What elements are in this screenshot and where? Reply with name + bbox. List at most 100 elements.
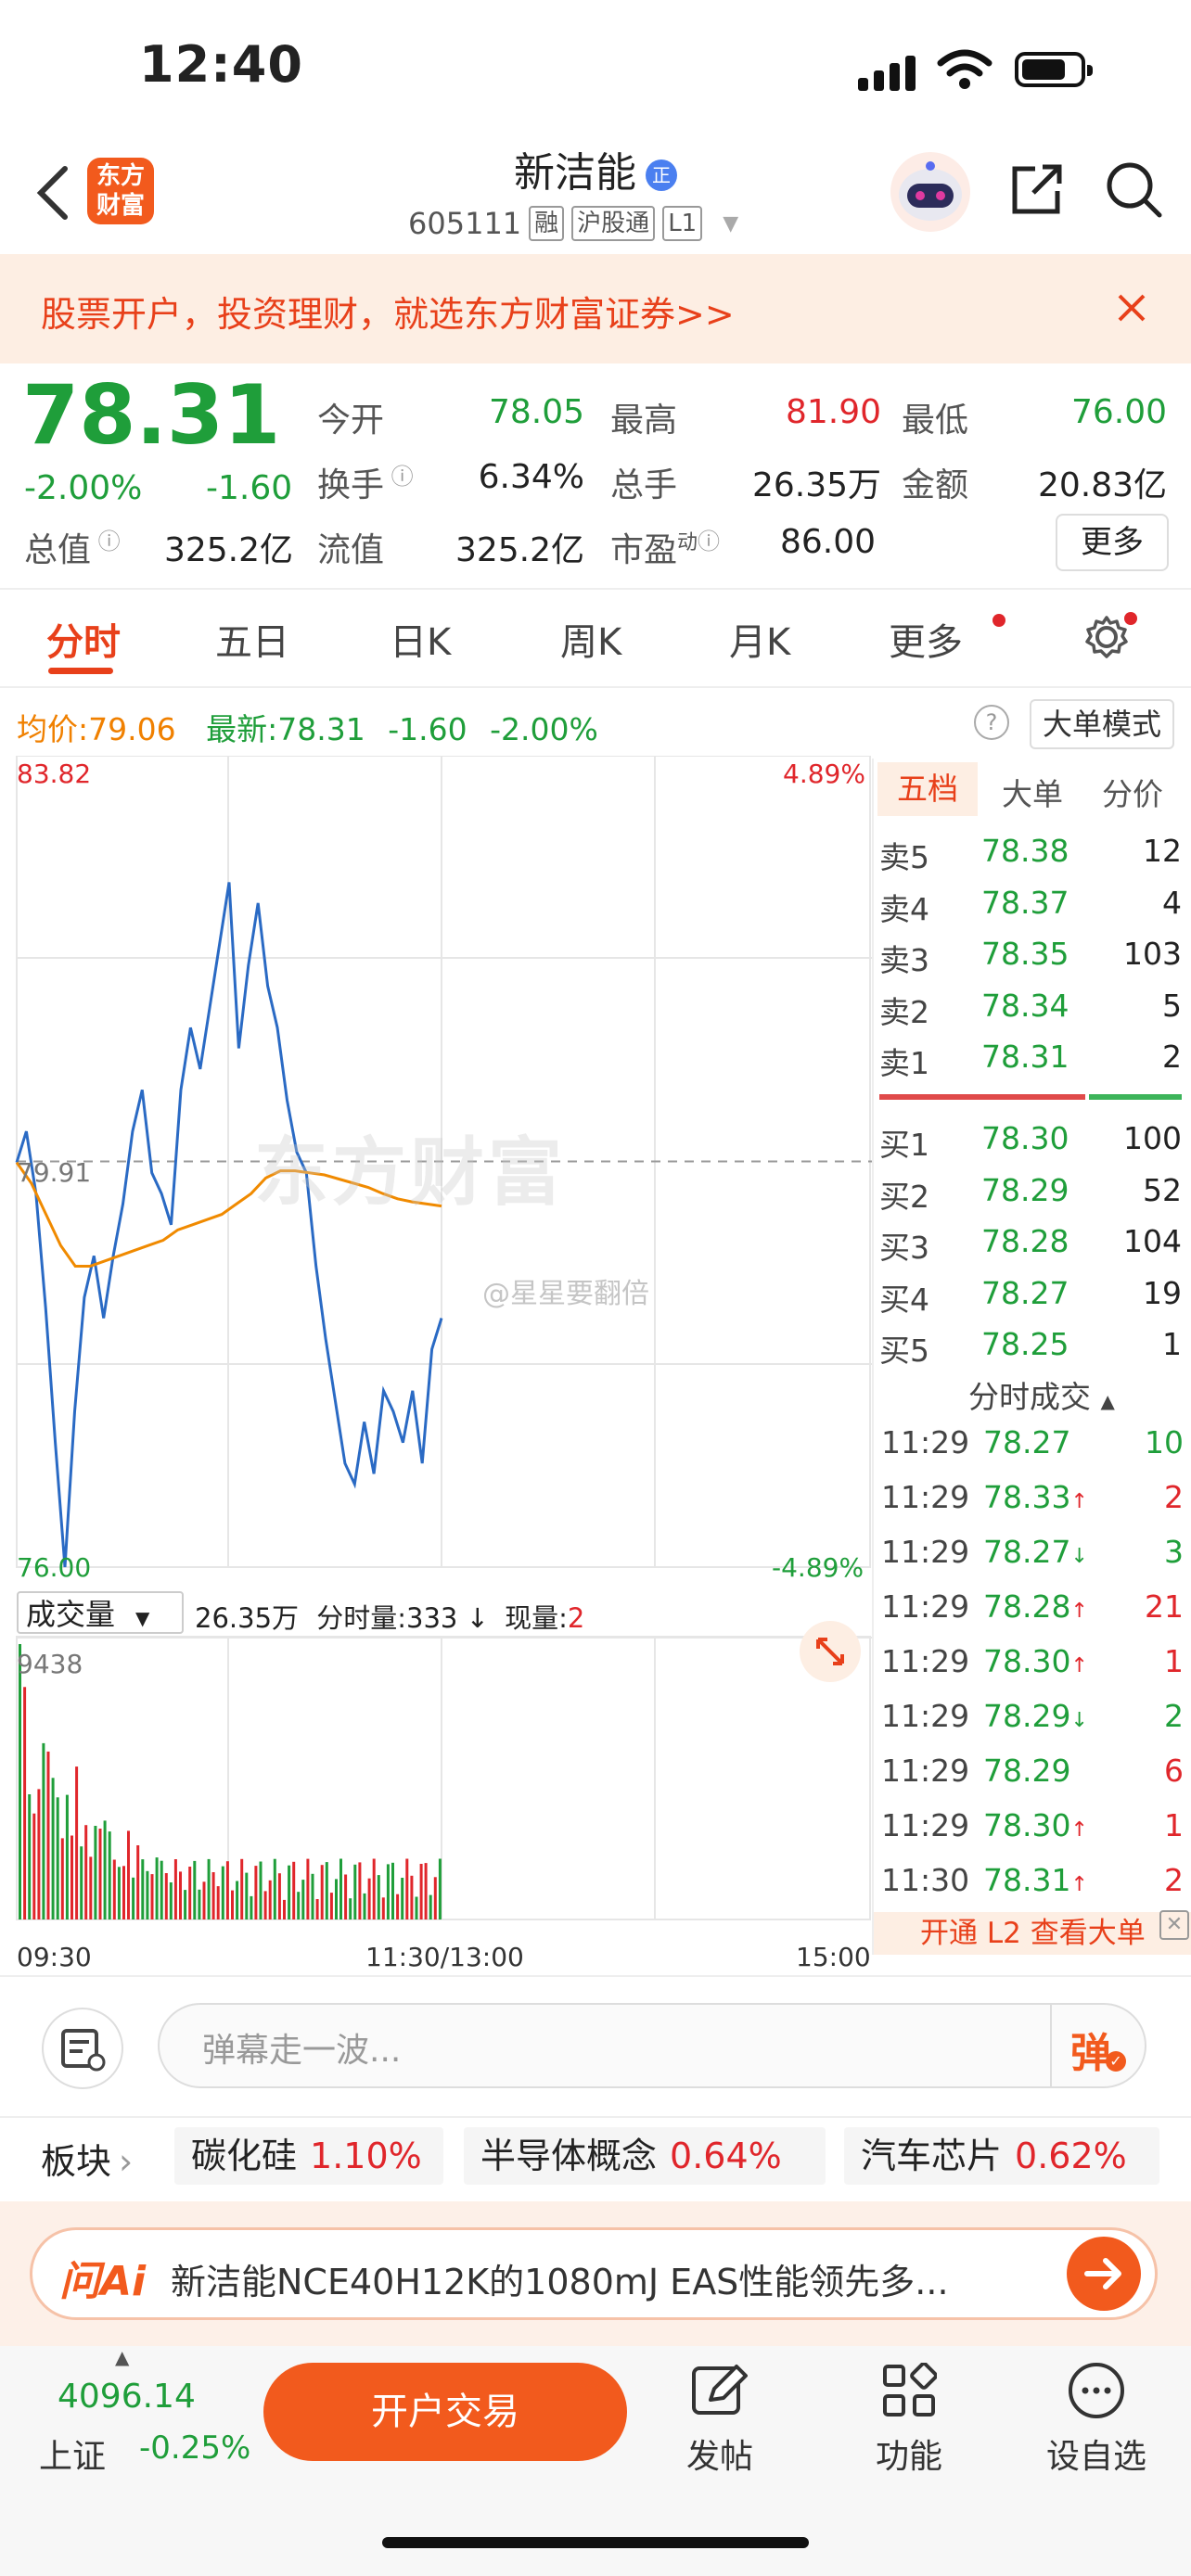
danmu-check-icon: ✓ <box>1106 2051 1126 2072</box>
info-icon[interactable]: ⓘ <box>91 529 121 555</box>
comment-list-icon[interactable] <box>41 2007 124 2090</box>
trade-qty: 3 <box>1164 1534 1184 1570</box>
sectors-label[interactable]: 板块 › <box>41 2133 133 2184</box>
volume-bar <box>259 1861 263 1919</box>
y-bottom-pct: -4.89% <box>772 1552 864 1583</box>
volume-bar <box>225 1861 229 1919</box>
trade-time: 11:30 <box>881 1862 970 1898</box>
trade-price: 78.27 <box>983 1424 1071 1460</box>
index-pct[interactable]: -0.25% <box>139 2429 250 2467</box>
volume-bar <box>207 1858 211 1919</box>
ask-label: 卖3 <box>879 942 929 978</box>
promo-text[interactable]: 股票开户，投资理财，就选东方财富证券>> <box>41 286 735 337</box>
volume-bar <box>179 1871 182 1919</box>
trades-title[interactable]: 分时成交 ▲ <box>968 1372 1115 1417</box>
volume-bar <box>98 1829 102 1919</box>
big-order-mode-button[interactable]: 大单模式 <box>1030 699 1174 749</box>
volume-bar <box>160 1860 163 1919</box>
volume-bar <box>146 1870 149 1919</box>
turnover-label: 换手 ⓘ <box>317 464 414 504</box>
stock-code-row[interactable]: 605111 融 沪股通 L1 ▼ <box>408 206 738 241</box>
volume-bar <box>32 1813 36 1919</box>
tag-margin: 融 <box>529 206 565 241</box>
robot-assistant-icon[interactable] <box>889 150 972 234</box>
open-account-trade-button[interactable]: 开户交易 <box>263 2363 627 2461</box>
trade-price: 78.28↑ <box>983 1588 1088 1625</box>
info-icon[interactable]: ⓘ <box>384 464 414 490</box>
signal-icon <box>858 54 919 91</box>
volume-bar <box>372 1858 376 1919</box>
amount-value: 20.83亿 <box>1037 466 1167 504</box>
post-label[interactable]: 发帖 <box>686 2429 753 2478</box>
x-tick-close: 15:00 <box>796 1942 871 1972</box>
search-icon[interactable] <box>1102 158 1167 223</box>
sector-chip[interactable]: 汽车芯片 0.62% <box>844 2127 1159 2185</box>
tab-daily[interactable]: 日K <box>390 612 451 666</box>
tab-more[interactable]: 更多 <box>889 612 963 666</box>
dropdown-icon[interactable]: ▼ <box>723 212 738 236</box>
orderbook-tab-5level[interactable]: 五档 <box>877 762 978 816</box>
tab-5day[interactable]: 五日 <box>215 612 289 666</box>
volume-selector[interactable]: 成交量 ▼ <box>17 1591 184 1634</box>
index-name[interactable]: 上证 <box>39 2429 106 2478</box>
l2-prompt[interactable]: 开通 L2 查看大单 <box>874 1912 1191 1955</box>
low-label: 最低 <box>902 402 969 440</box>
volume-bar <box>56 1797 59 1919</box>
x-tick-mid: 11:30/13:00 <box>365 1942 524 1972</box>
bid-qty: 52 <box>1143 1171 1182 1208</box>
sector-pct: 0.64% <box>670 2136 782 2176</box>
volume-bar <box>250 1895 253 1919</box>
bid-label: 买3 <box>879 1230 929 1266</box>
volume-bar <box>184 1890 187 1919</box>
bid-price: 78.25 <box>981 1326 1069 1362</box>
info-icon[interactable]: ⓘ <box>698 529 720 555</box>
volume-bar <box>136 1845 140 1919</box>
arrow-right-icon[interactable] <box>1065 2235 1143 2313</box>
volume-bar <box>288 1865 291 1919</box>
more-button[interactable]: 更多 <box>1056 514 1169 571</box>
trade-price: 78.29↓ <box>983 1698 1088 1734</box>
divider <box>0 686 1191 688</box>
volume-bar <box>221 1866 224 1919</box>
danmu-button[interactable]: 弹 <box>1070 2020 1111 2079</box>
volume-bar <box>164 1873 168 1919</box>
orderbook-tab-bigorder[interactable]: 大单 <box>1002 770 1063 814</box>
post-icon[interactable] <box>690 2363 749 2418</box>
float-label: 流值 <box>317 531 385 569</box>
settings-gear-icon[interactable] <box>1083 614 1130 660</box>
expand-icon[interactable] <box>798 1619 863 1684</box>
help-icon[interactable]: ? <box>974 705 1009 740</box>
orderbook-tab-price[interactable]: 分价 <box>1102 770 1163 814</box>
y-bottom-label: 76.00 <box>17 1552 92 1583</box>
volume-bar <box>405 1858 409 1919</box>
close-icon[interactable] <box>1117 293 1146 323</box>
volume-bar <box>377 1875 380 1919</box>
share-icon[interactable] <box>1007 159 1067 219</box>
volume-bar <box>132 1877 135 1919</box>
volume-bar <box>37 1789 41 1919</box>
intraday-chart[interactable] <box>15 756 872 1980</box>
volume-bar <box>353 1864 357 1919</box>
tab-weekly[interactable]: 周K <box>560 612 621 666</box>
watchlist-label[interactable]: 设自选 <box>1046 2429 1146 2478</box>
volume-bar <box>155 1857 159 1919</box>
tab-intraday[interactable]: 分时 <box>46 612 121 666</box>
ask-price: 78.35 <box>981 936 1069 972</box>
sector-chip[interactable]: 半导体概念 0.64% <box>464 2127 826 2185</box>
l2-close-icon[interactable]: ✕ <box>1159 1910 1189 1940</box>
trade-price: 78.30↑ <box>983 1643 1088 1679</box>
index-value[interactable]: 4096.14 <box>58 2378 196 2416</box>
functions-label[interactable]: 功能 <box>876 2429 942 2478</box>
ai-query-text[interactable]: 新洁能NCE40H12K的1080mJ EAS性能领先多... <box>171 2253 1024 2304</box>
sector-chip[interactable]: 碳化硅 1.10% <box>174 2127 443 2185</box>
comment-input[interactable]: 弹幕走一波... <box>158 2003 1146 2088</box>
volume-bar <box>173 1859 177 1919</box>
volume-bar <box>198 1889 201 1919</box>
volume-bar <box>415 1896 418 1919</box>
volume-bar <box>349 1898 352 1919</box>
functions-icon[interactable] <box>881 2363 937 2418</box>
tab-monthly[interactable]: 月K <box>729 612 790 666</box>
volume-bar <box>410 1875 414 1919</box>
volume-grid <box>16 1636 872 1920</box>
add-watchlist-icon[interactable] <box>1067 2361 1126 2420</box>
